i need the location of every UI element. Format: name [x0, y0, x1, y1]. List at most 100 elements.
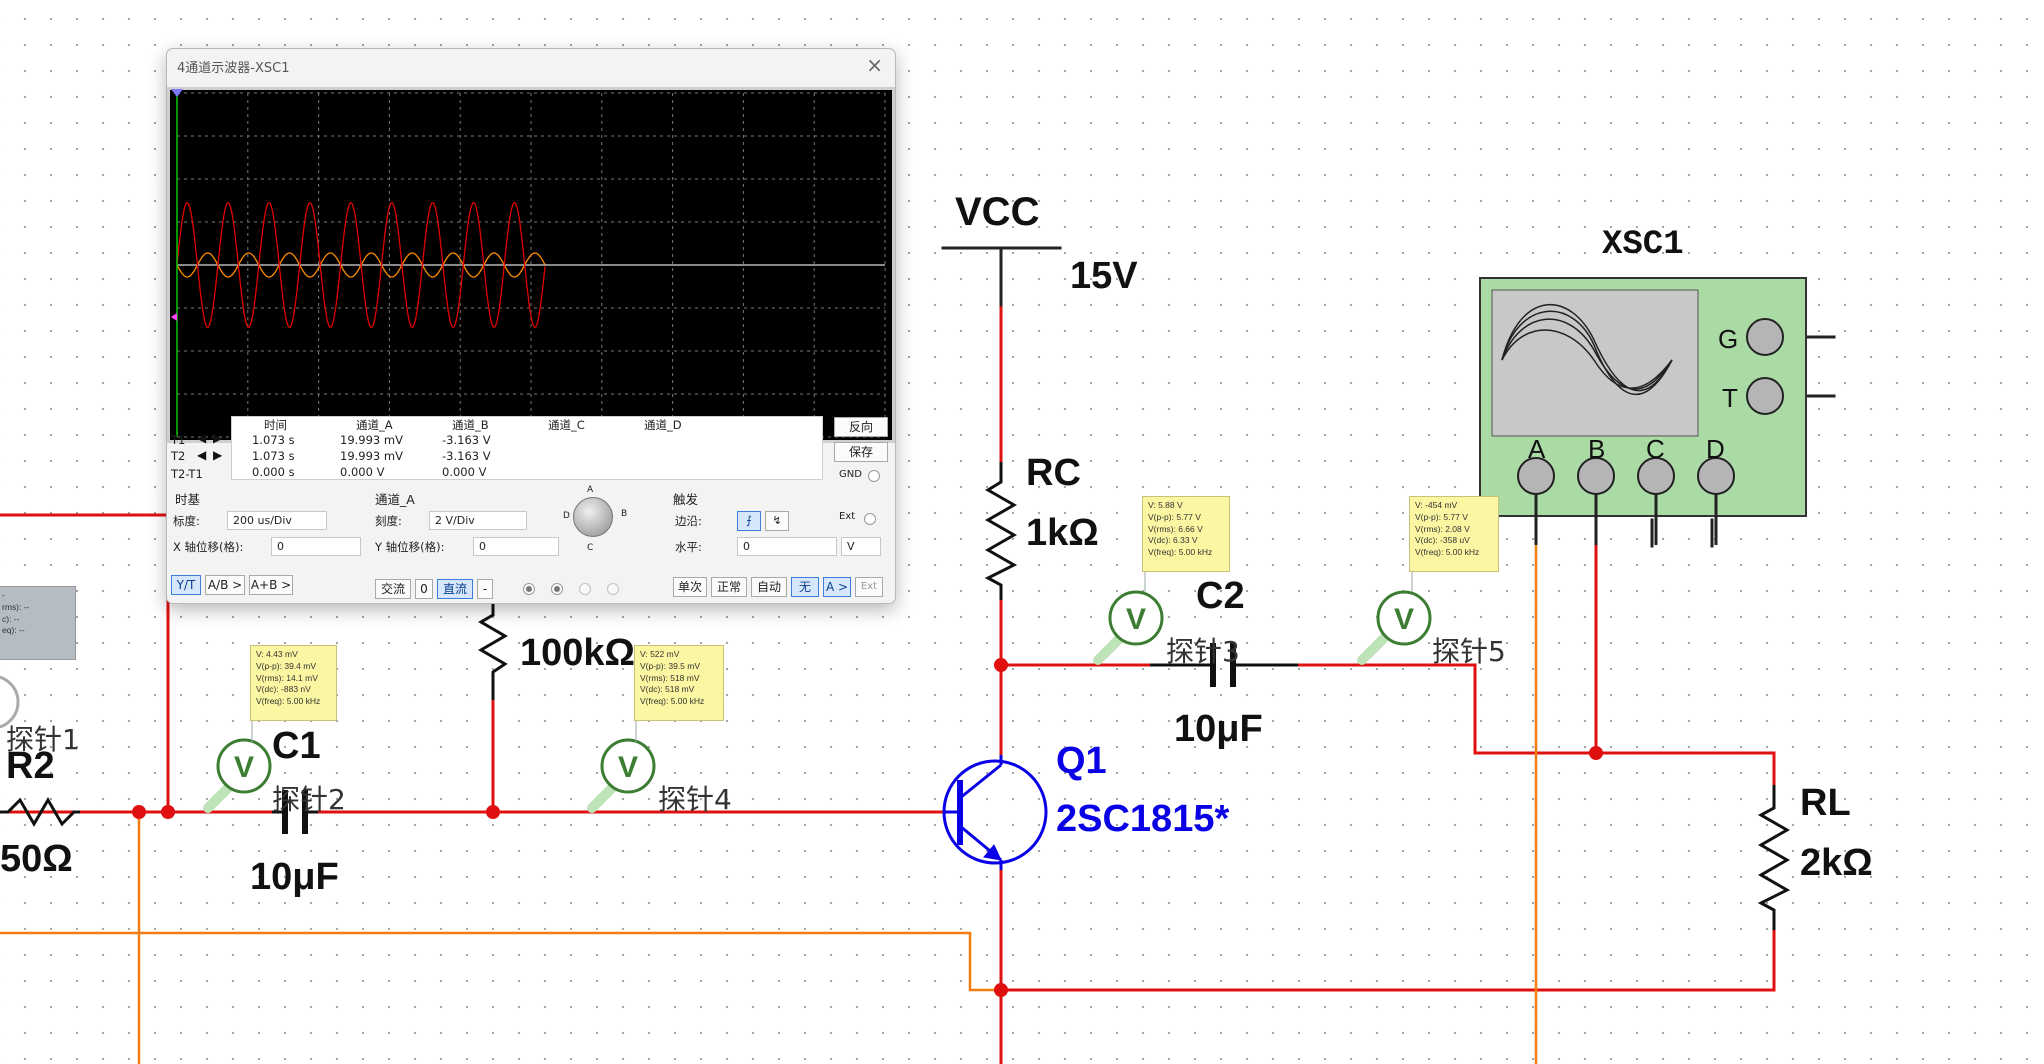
channel-c-radio[interactable]: [579, 583, 591, 595]
probe-1-line: eq): --: [2, 625, 25, 636]
trigger-single-button[interactable]: 单次: [673, 577, 707, 597]
xsc1-terminal-g: G: [1718, 324, 1739, 354]
channel-a-radio[interactable]: [523, 583, 535, 595]
gnd-label: GND: [839, 469, 862, 480]
channel-b-radio[interactable]: [551, 583, 563, 595]
probe-5-line: V(p-p): 5.77 V: [1415, 511, 1468, 522]
probe-4-line: V(dc): 518 mV: [640, 684, 695, 695]
xsc1-terminal-b: B: [1588, 434, 1606, 464]
probe-5-line: V: -454 mV: [1415, 500, 1458, 510]
timebase-section-title: 时基: [175, 492, 201, 507]
x-position-field[interactable]: 0: [271, 537, 361, 556]
c2-label: C2: [1196, 575, 1245, 617]
t2-left-arrow-icon[interactable]: ◀: [197, 448, 206, 462]
probe-5-line: V(rms): 2.08 V: [1415, 523, 1470, 534]
channel-scale-field[interactable]: 2 V/Div: [429, 511, 527, 530]
mode-aplusb-button[interactable]: A+B >: [249, 575, 293, 595]
oscilloscope-window[interactable]: 4通道示波器-XSC1 × 时间 通道_A 通道_B 通道_C 通道_D 1.0…: [166, 48, 896, 604]
oscilloscope-symbol-xsc1[interactable]: [1479, 277, 1807, 545]
col-channel-a: 通道_A: [356, 418, 393, 432]
knob-label-c: C: [587, 543, 594, 553]
probe-3-line: V(rms): 6.66 V: [1148, 523, 1203, 534]
transistor-q1[interactable]: [942, 755, 1048, 870]
voltmeter-probe-icon[interactable]: V: [1093, 590, 1164, 665]
coupling-dc-button[interactable]: 直流: [437, 579, 473, 599]
trigger-ext-button[interactable]: Ext: [855, 577, 883, 597]
probe-3-line: V: 5.88 V: [1148, 500, 1183, 510]
probe-1-line: -: [2, 590, 5, 600]
t2-channel-b: -3.163 V: [442, 449, 491, 463]
voltmeter-probe-icon[interactable]: V: [1357, 590, 1432, 665]
trigger-auto-button[interactable]: 自动: [751, 577, 787, 597]
vcc-label: VCC: [955, 190, 1040, 234]
trigger-edge-label: 边沿:: [675, 514, 702, 528]
dt-channel-b: 0.000 V: [442, 465, 487, 479]
y-position-field[interactable]: 0: [473, 537, 559, 556]
mode-yt-button[interactable]: Y/T: [171, 575, 201, 595]
coupling-zero-button[interactable]: 0: [415, 579, 433, 599]
rl-value: 2kΩ: [1800, 842, 1873, 884]
t1-right-arrow-icon[interactable]: ▶: [213, 431, 222, 445]
probe-1-line: c): --: [2, 613, 20, 624]
probe-4-readout: V: 522 mV V(p-p): 39.5 mV V(rms): 518 mV…: [634, 645, 724, 721]
xsc1-terminal-t: T: [1722, 383, 1738, 413]
reverse-button[interactable]: 反向: [834, 417, 888, 437]
gnd-terminal[interactable]: [868, 470, 880, 482]
channel-section-title: 通道_A: [375, 492, 415, 507]
t2-time: 1.073 s: [252, 449, 295, 463]
c1-label: C1: [272, 725, 321, 767]
trigger-normal-button[interactable]: 正常: [711, 577, 747, 597]
xsc1-terminal-c: C: [1646, 434, 1665, 464]
t2-channel-a: 19.993 mV: [340, 449, 403, 463]
q1-model: 2SC1815*: [1056, 798, 1230, 840]
rising-edge-icon[interactable]: ⨍: [737, 511, 761, 531]
probe-4-name: 探针4: [658, 783, 732, 816]
probe-5-readout: V: -454 mV V(p-p): 5.77 V V(rms): 2.08 V…: [1409, 496, 1499, 572]
probe-3-line: V(p-p): 5.77 V: [1148, 511, 1201, 522]
voltmeter-probe-icon[interactable]: V: [203, 738, 272, 813]
falling-edge-icon[interactable]: ↯: [765, 511, 789, 531]
vcc-value: 15V: [1070, 255, 1138, 297]
mode-ab-button[interactable]: A/B >: [205, 575, 245, 595]
oscilloscope-screen[interactable]: [167, 87, 895, 443]
timebase-scale-field[interactable]: 200 us/Div: [227, 511, 327, 530]
t2-right-arrow-icon[interactable]: ▶: [213, 448, 222, 462]
knob-label-a: A: [587, 485, 594, 495]
col-channel-c: 通道_C: [548, 418, 585, 432]
dt-channel-a: 0.000 V: [340, 465, 385, 479]
trigger-source-a-button[interactable]: A >: [823, 577, 851, 597]
channel-d-radio[interactable]: [607, 583, 619, 595]
svg-text:V: V: [234, 751, 254, 784]
probe-3-name: 探针3: [1166, 635, 1240, 668]
probe-3-line: V(dc): 6.33 V: [1148, 535, 1198, 546]
timebase-scale-label: 标度:: [173, 514, 200, 528]
junction-dots: [132, 658, 1603, 997]
coupling-minus-button[interactable]: -: [477, 579, 493, 599]
probe-2-line: V(rms): 14.1 mV: [256, 672, 318, 683]
svg-text:V: V: [1126, 603, 1146, 636]
probe-2-line: V(dc): -883 nV: [256, 684, 311, 695]
trigger-ext-terminal[interactable]: [864, 513, 876, 525]
oscilloscope-title: 4通道示波器-XSC1: [177, 61, 290, 76]
trigger-level-unit[interactable]: V: [841, 537, 881, 556]
close-icon[interactable]: ×: [866, 53, 883, 77]
probe-1-name: 探针1: [6, 723, 80, 756]
xsc1-terminal-a: A: [1528, 434, 1546, 464]
r2-value: 50Ω: [0, 838, 73, 880]
probe-5-line: V(freq): 5.00 kHz: [1415, 547, 1480, 558]
probe-2-line: V(p-p): 39.4 mV: [256, 660, 316, 671]
resistor-rc[interactable]: [984, 462, 1018, 600]
x-position-label: X 轴位移(格):: [173, 540, 244, 554]
channel-selector-knob-icon[interactable]: [573, 497, 613, 537]
trigger-level-field[interactable]: 0: [737, 537, 837, 556]
save-button[interactable]: 保存: [834, 442, 888, 462]
t1-left-arrow-icon[interactable]: ◀: [197, 431, 206, 445]
probe-1-readout: - rms): -- c): -- eq): --: [0, 586, 76, 660]
resistor-rl[interactable]: [1757, 785, 1791, 930]
trigger-none-button[interactable]: 无: [791, 577, 819, 597]
svg-text:V: V: [1394, 603, 1414, 636]
coupling-ac-button[interactable]: 交流: [375, 579, 411, 599]
resistor-base[interactable]: [478, 600, 508, 700]
svg-text:V: V: [618, 751, 638, 784]
voltmeter-probe-icon[interactable]: V: [587, 738, 656, 813]
